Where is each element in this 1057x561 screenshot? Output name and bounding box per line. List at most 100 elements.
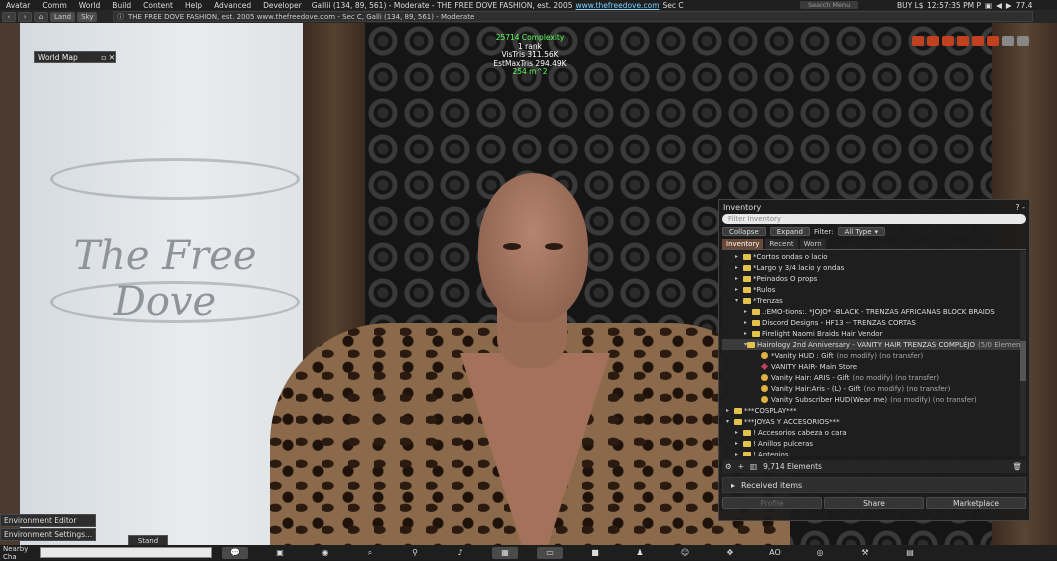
inventory-row[interactable]: Vanity Hair:Aris - (L) - Gift (no modify)… — [722, 383, 1026, 394]
inventory-row[interactable]: ▸ Discord Designs - HF13 -- TRENZAS CORTA… — [722, 317, 1026, 328]
inventory-row[interactable]: ▸ Firelight Naomi Braids Hair Vendor — [722, 328, 1026, 339]
filter-type-select[interactable]: All Type ▾ — [837, 227, 886, 236]
chevron-right-icon[interactable]: ▸ — [744, 308, 752, 315]
expand-button[interactable]: Expand — [769, 227, 810, 236]
share-button[interactable]: Share — [824, 497, 924, 509]
camera-icon[interactable]: ■ — [582, 547, 608, 559]
inventory-row[interactable]: ▸ ! Anteojos — [722, 449, 1026, 456]
profile-button[interactable]: Profile — [722, 497, 822, 509]
inventory-row[interactable]: ▾ *Trenzas — [722, 295, 1026, 306]
add-icon[interactable]: + — [738, 462, 744, 471]
info-icon[interactable]: ⓘ — [117, 12, 124, 22]
menu-developer[interactable]: Developer — [257, 1, 308, 10]
back-button[interactable]: ‹ — [2, 11, 16, 22]
location-link[interactable]: www.thefreedove.com — [576, 1, 660, 10]
hud-icon[interactable] — [957, 36, 969, 46]
menu-comm[interactable]: Comm — [36, 1, 72, 10]
menu-help[interactable]: Help — [179, 1, 208, 10]
inventory-window[interactable]: Inventory ? - Filter Inventory Collapse … — [718, 199, 1030, 521]
inventory-row[interactable]: ▸ *Peinados O props — [722, 273, 1026, 284]
inventory-row[interactable]: ▾ ***JOYAS Y ACCESORIOS*** — [722, 416, 1026, 427]
inventory-row[interactable]: ▸ *Cortos ondas o lacio — [722, 251, 1026, 262]
map-icon[interactable]: ▦ — [492, 546, 518, 559]
grid-icon[interactable]: ▤ — [897, 547, 923, 559]
snapshot-icon[interactable]: ▭ — [537, 546, 563, 559]
outfit-icon[interactable]: ♟ — [627, 547, 653, 559]
hud-icon[interactable] — [987, 36, 999, 46]
chevron-right-icon[interactable]: ▸ — [735, 264, 743, 271]
tab-worn[interactable]: Worn — [799, 239, 826, 249]
speaker-icon[interactable]: ◀ — [996, 1, 1002, 10]
scroll-thumb[interactable] — [1020, 341, 1026, 381]
hud-icon[interactable] — [1002, 36, 1014, 46]
place-icon[interactable]: ⚲ — [402, 547, 428, 559]
buy-currency-button[interactable]: BUY L$ — [897, 0, 924, 10]
menu-build[interactable]: Build — [106, 1, 137, 10]
inventory-row[interactable]: ▸ *Largo y 3/4 lacio y ondas — [722, 262, 1026, 273]
search-icon[interactable]: ⌕ — [357, 547, 383, 559]
menu-advanced[interactable]: Advanced — [208, 1, 257, 10]
chevron-right-icon[interactable]: ▸ — [735, 429, 743, 436]
collapse-button[interactable]: Collapse — [722, 227, 766, 236]
inventory-tree[interactable]: ▸ *Cortos ondas o lacio ▸ *Largo y 3/4 laci… — [722, 251, 1026, 456]
menu-world[interactable]: World — [73, 1, 107, 10]
inventory-row[interactable]: Vanity Hair: ARIS - Gift (no modify) (no … — [722, 372, 1026, 383]
hud-icon[interactable] — [972, 36, 984, 46]
inventory-scrollbar[interactable] — [1020, 251, 1026, 456]
inventory-row[interactable]: *Vanity HUD : Gift (no modify) (no transf… — [722, 350, 1026, 361]
home-button[interactable]: ⌂ — [34, 11, 48, 22]
received-items-panel[interactable]: ▸ Received items — [722, 477, 1026, 493]
hud-icon[interactable] — [927, 36, 939, 46]
gear-icon[interactable]: ⚙ — [725, 462, 732, 471]
sky-button[interactable]: Sky — [77, 11, 98, 22]
menu-content[interactable]: Content — [137, 1, 179, 10]
media-icon[interactable]: ▶ — [1006, 1, 1012, 10]
speak-icon[interactable]: ♪ — [447, 547, 473, 559]
world-map-floater[interactable]: World Map ▫ ✕ — [34, 51, 116, 63]
minimize-icon[interactable]: ▫ ✕ — [101, 53, 115, 62]
forward-button[interactable]: › — [18, 11, 32, 22]
view-icon[interactable]: ◎ — [807, 547, 833, 559]
chevron-right-icon[interactable]: ▸ — [735, 275, 743, 282]
move-icon[interactable]: ✥ — [717, 547, 743, 559]
inventory-icon[interactable]: ▣ — [267, 547, 293, 559]
inventory-titlebar[interactable]: Inventory ? - — [719, 200, 1029, 214]
chevron-right-icon[interactable]: ▸ — [735, 451, 743, 456]
inventory-row[interactable]: Vanity Subscriber HUD(Wear me) (no modify… — [722, 394, 1026, 405]
chevron-down-icon[interactable]: ▾ — [726, 418, 734, 425]
land-button[interactable]: Land — [50, 11, 76, 22]
environment-editor-button[interactable]: Environment Editor — [0, 514, 96, 527]
chevron-down-icon[interactable]: ▾ — [735, 297, 743, 304]
chevron-right-icon[interactable]: ▸ — [726, 407, 734, 414]
chat-input[interactable] — [40, 547, 212, 558]
trash-icon[interactable]: 🗑 — [1012, 462, 1022, 471]
inventory-filter-input[interactable]: Filter Inventory — [722, 214, 1026, 224]
inventory-row[interactable]: ▸ *Rulos — [722, 284, 1026, 295]
chat-icon[interactable]: 💬 — [222, 546, 248, 559]
inventory-row[interactable]: ▸ ! Accesorios cabeza o cara — [722, 427, 1026, 438]
inventory-row[interactable]: VANITY HAIR- Main Store — [722, 361, 1026, 372]
emote-icon[interactable]: ☺ — [672, 547, 698, 559]
chevron-right-icon[interactable]: ▸ — [735, 440, 743, 447]
window-controls[interactable]: ? - — [1015, 203, 1025, 212]
inventory-row[interactable]: ▸ ***COSPLAY*** — [722, 405, 1026, 416]
chevron-right-icon[interactable]: ▸ — [735, 253, 743, 260]
ao-button[interactable]: AO — [762, 547, 788, 559]
hud-icon[interactable] — [1017, 36, 1029, 46]
notification-icon[interactable]: ▣ — [985, 1, 992, 10]
build-icon[interactable]: ⚒ — [852, 547, 878, 559]
marketplace-button[interactable]: Marketplace — [926, 497, 1026, 509]
chevron-right-icon[interactable]: ▸ — [744, 319, 752, 326]
avatar-head[interactable] — [478, 173, 588, 323]
hud-icon[interactable] — [912, 36, 924, 46]
search-menu-input[interactable]: Search Menu — [800, 1, 858, 9]
inventory-row[interactable]: ▸ .:EMO-tions:. *JOJO* -BLACK - TRENZAS A… — [722, 306, 1026, 317]
chevron-right-icon[interactable]: ▸ — [744, 330, 752, 337]
voice-icon[interactable]: ◉ — [312, 547, 338, 559]
environment-settings-button[interactable]: Environment Settings... — [0, 528, 96, 541]
inventory-row[interactable]: ▸ ! Anillos pulceras — [722, 438, 1026, 449]
hud-icon[interactable] — [942, 36, 954, 46]
tab-recent[interactable]: Recent — [765, 239, 798, 249]
location-input[interactable]: ⓘ THE FREE DOVE FASHION, est. 2005 www.t… — [113, 11, 1033, 22]
menu-avatar[interactable]: Avatar — [0, 1, 36, 10]
